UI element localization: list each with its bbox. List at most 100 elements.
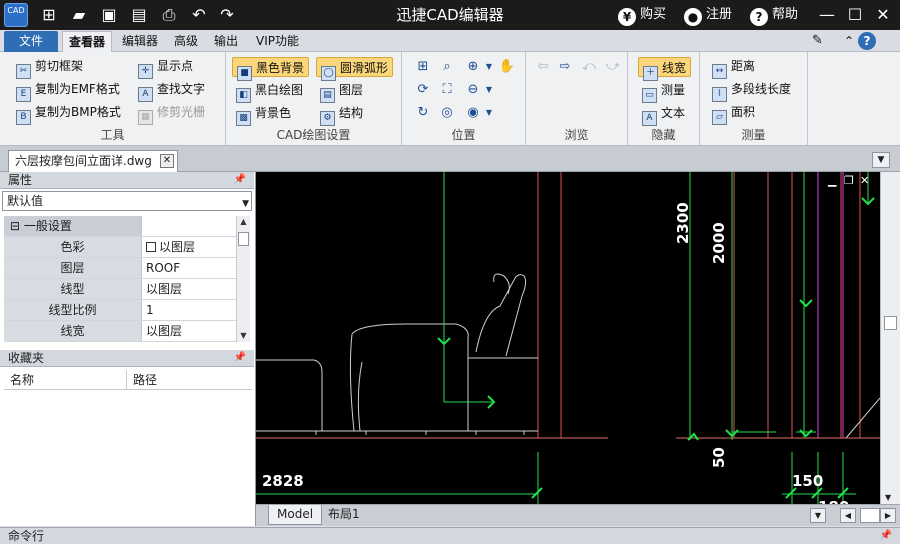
pin-icon[interactable]: 📌 xyxy=(880,528,892,544)
fit-window-icon[interactable]: ⊞ xyxy=(414,58,432,76)
scroll-left-icon[interactable]: ◀ xyxy=(840,508,856,523)
background-color-button[interactable]: ▩ 背景色 xyxy=(236,103,291,126)
show-points-label: 显示点 xyxy=(157,59,194,73)
property-row[interactable]: 线型比例 1 xyxy=(4,300,236,321)
property-section[interactable]: ⊟ 一般设置 xyxy=(4,216,236,237)
scroll-down-icon[interactable]: ▼ xyxy=(237,330,250,342)
tab-output[interactable]: 输出 xyxy=(208,31,244,52)
drawing-canvas[interactable]: ▁ ❐ ✕ 2300 2000 50 2828 150 180 xyxy=(256,172,880,504)
pin-icon[interactable]: 📌 xyxy=(234,350,246,366)
buy-button[interactable]: ¥ 购买 xyxy=(618,5,666,26)
column-name[interactable]: 名称 xyxy=(10,370,34,390)
ribbon-help-icon[interactable]: ? xyxy=(858,32,876,50)
print-icon[interactable]: ⎙ xyxy=(158,4,180,26)
register-button[interactable]: ● 注册 xyxy=(684,5,732,26)
layers-label: 图层 xyxy=(339,83,364,97)
structure-icon: ⚙ xyxy=(320,111,335,126)
area-button[interactable]: ▱ 面积 xyxy=(712,102,755,125)
show-points-icon: ✛ xyxy=(138,64,153,79)
cut-frame-button[interactable]: ✂ 剪切框架 xyxy=(16,56,83,79)
back-arrow-icon[interactable]: ⇦ xyxy=(534,58,552,76)
property-key: 线宽 xyxy=(4,321,142,341)
app-logo-icon[interactable]: CAD xyxy=(4,3,28,27)
rotate-3d-icon[interactable]: ↻ xyxy=(414,104,432,122)
distance-button[interactable]: ↔ 距离 xyxy=(712,56,755,79)
collapse-ribbon-icon[interactable]: ⌃ xyxy=(838,31,860,52)
tab-file[interactable]: 文件 xyxy=(4,31,58,52)
copy-emf-button[interactable]: E 复制为EMF格式 xyxy=(16,79,120,102)
polyline-length-label: 多段线长度 xyxy=(731,82,792,96)
save-icon[interactable]: ▣ xyxy=(98,4,120,26)
redo-icon[interactable]: ↷ xyxy=(216,4,238,26)
properties-combo[interactable]: 默认值 ▼ xyxy=(2,191,252,211)
line-width-label: 线宽 xyxy=(662,61,687,75)
scroll-down-icon[interactable]: ▼ xyxy=(885,493,891,502)
rotate-icon[interactable]: ⟳ xyxy=(414,81,432,99)
zoom-out-dropdown-icon[interactable]: ▼ xyxy=(480,81,498,99)
dimension-label: 2828 xyxy=(262,472,304,490)
next-view-icon[interactable]: ⤻ xyxy=(604,58,622,76)
pan-hand-icon[interactable]: ✋ xyxy=(498,58,516,76)
open-icon[interactable]: ▰ xyxy=(68,4,90,26)
zoom-window-icon[interactable]: ⌕ xyxy=(438,58,456,76)
viewport-restore-icon[interactable]: ❐ xyxy=(844,174,854,187)
tab-list-dropdown-icon[interactable]: ▼ xyxy=(872,152,890,168)
tab-advanced[interactable]: 高级 xyxy=(168,31,204,52)
collapse-icon[interactable]: ⊟ xyxy=(10,219,20,233)
property-row[interactable]: 色彩 以图层 xyxy=(4,237,236,258)
close-tab-icon[interactable]: ✕ xyxy=(160,154,174,168)
save-as-icon[interactable]: ▤ xyxy=(128,4,150,26)
brush-icon[interactable]: ✎ xyxy=(806,31,829,52)
scroll-right-icon[interactable]: ▶ xyxy=(880,508,896,523)
zoom-in-dropdown-icon[interactable]: ▼ xyxy=(480,58,498,76)
scroll-thumb[interactable] xyxy=(884,316,897,330)
copy-bmp-button[interactable]: B 复制为BMP格式 xyxy=(16,102,121,125)
tab-vip[interactable]: VIP功能 xyxy=(250,31,305,52)
chevron-down-icon[interactable]: ▼ xyxy=(242,195,249,213)
undo-icon[interactable]: ↶ xyxy=(188,4,210,26)
layers-button[interactable]: ▤ 图层 xyxy=(320,80,364,103)
tab-model[interactable]: Model xyxy=(268,505,323,525)
property-scrollbar[interactable]: ▲ ▼ xyxy=(236,216,250,342)
find-text-button[interactable]: A 查找文字 xyxy=(138,79,205,102)
scroll-up-icon[interactable]: ▲ xyxy=(237,216,250,228)
tab-viewer[interactable]: 查看器 xyxy=(62,31,113,52)
tab-editor[interactable]: 编辑器 xyxy=(116,31,164,52)
trim-raster-button[interactable]: ▦ 修剪光栅 xyxy=(138,102,205,125)
smooth-arc-button[interactable]: ◯ 圆滑弧形 xyxy=(316,57,394,81)
viewport-minimize-icon[interactable]: ▁ xyxy=(827,174,837,187)
prev-view-icon[interactable]: ⤺ xyxy=(580,58,598,76)
column-path[interactable]: 路径 xyxy=(126,370,157,390)
line-width-button[interactable]: ＋ 线宽 xyxy=(638,57,692,81)
black-background-button[interactable]: ■ 黑色背景 xyxy=(232,57,310,81)
zoom-realtime-icon[interactable]: ◎ xyxy=(438,104,456,122)
maximize-icon[interactable]: ☐ xyxy=(842,3,868,27)
forward-arrow-icon[interactable]: ⇨ xyxy=(556,58,574,76)
scroll-thumb[interactable] xyxy=(238,232,249,246)
minimize-icon[interactable]: — xyxy=(814,3,840,27)
layout-dropdown-icon[interactable]: ▼ xyxy=(810,508,826,523)
hide-measure-button[interactable]: ▭ 测量 xyxy=(642,80,685,103)
viewport-close-icon[interactable]: ✕ xyxy=(860,174,869,187)
property-row[interactable]: 线型 以图层 xyxy=(4,279,236,300)
help-button[interactable]: ? 帮助 xyxy=(750,5,798,26)
structure-button[interactable]: ⚙ 结构 xyxy=(320,103,363,126)
pin-icon[interactable]: 📌 xyxy=(234,172,246,188)
zoom-extents-icon[interactable]: ⛶ xyxy=(438,81,456,99)
document-tab[interactable]: 六层按摩包间立面详.dwg ✕ xyxy=(8,150,178,172)
dimension-label: 2300 xyxy=(674,202,692,244)
new-icon[interactable]: ⊞ xyxy=(38,4,60,26)
hide-text-button[interactable]: A 文本 xyxy=(642,103,685,126)
canvas-vertical-scrollbar[interactable]: ▼ xyxy=(880,172,900,504)
bw-drawing-button[interactable]: ◧ 黑白绘图 xyxy=(236,80,303,103)
property-row[interactable]: 线宽 以图层 xyxy=(4,321,236,342)
view-3d-dropdown-icon[interactable]: ▼ xyxy=(480,104,498,122)
property-row[interactable]: 图层 ROOF xyxy=(4,258,236,279)
tab-layout1[interactable]: 布局1 xyxy=(320,505,368,525)
polyline-length-button[interactable]: ⌇ 多段线长度 xyxy=(712,79,792,102)
group-measure: ↔ 距离 ⌇ 多段线长度 ▱ 面积 测量 xyxy=(700,52,808,146)
favorites-title: 收藏夹 xyxy=(8,351,45,365)
close-icon[interactable]: ✕ xyxy=(870,3,896,27)
show-points-button[interactable]: ✛ 显示点 xyxy=(138,56,194,79)
horizontal-scroll-thumb[interactable] xyxy=(860,508,880,523)
